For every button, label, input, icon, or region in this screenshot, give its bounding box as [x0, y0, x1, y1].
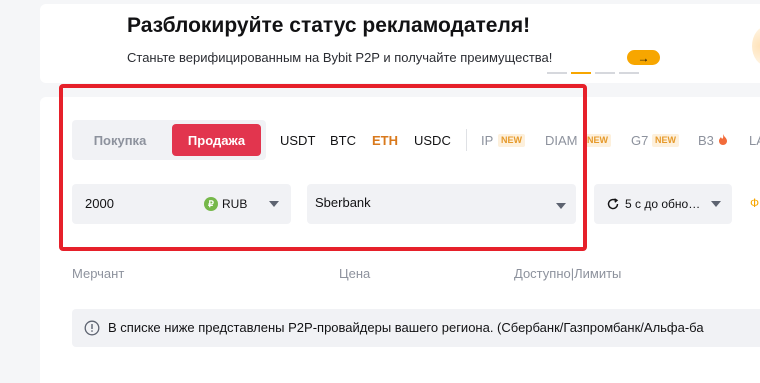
auto-refresh-select[interactable]: 5 с до обно… — [594, 184, 732, 224]
coin-tab-usdc[interactable]: USDC — [414, 133, 451, 148]
chevron-down-icon[interactable] — [556, 203, 566, 209]
tab-sell[interactable]: Продажа — [172, 124, 261, 156]
info-icon — [84, 320, 100, 336]
column-header-merchant: Мерчант — [72, 266, 125, 281]
ruble-icon: ₽ — [204, 197, 218, 211]
region-notice-text: В списке ниже представлены P2P-провайдер… — [108, 320, 704, 335]
amount-value: 2000 — [85, 196, 114, 211]
coin-tab-g7[interactable]: G7 — [631, 133, 648, 148]
coin-divider — [466, 129, 467, 151]
column-header-price: Цена — [339, 266, 371, 281]
coin-tab-la[interactable]: LA — [749, 133, 760, 148]
coin-tab-usdt[interactable]: USDT — [280, 133, 315, 148]
new-badge: NEW — [498, 134, 525, 147]
banner-illustration — [752, 26, 760, 66]
new-badge: NEW — [584, 134, 611, 147]
new-badge: NEW — [652, 134, 679, 147]
pagination-dot[interactable] — [547, 72, 567, 74]
payment-method-select[interactable]: Sberbank — [307, 184, 576, 224]
chevron-down-icon[interactable] — [269, 201, 279, 207]
chevron-down-icon[interactable] — [711, 201, 721, 207]
banner-title: Разблокируйте статус рекламодателя! — [127, 14, 531, 37]
pagination-dot-active[interactable] — [571, 72, 591, 74]
filter-edge-glyph[interactable]: Ф — [750, 196, 759, 210]
pagination-dot[interactable] — [595, 72, 615, 74]
coin-tab-ip[interactable]: IP — [481, 133, 493, 148]
banner-subtitle: Станьте верифицированным на Bybit P2P и … — [127, 50, 553, 65]
fire-icon — [719, 134, 727, 145]
refresh-icon — [607, 198, 619, 210]
payment-method-value: Sberbank — [315, 195, 371, 210]
banner-pagination — [547, 72, 639, 74]
region-notice: В списке ниже представлены P2P-провайдер… — [72, 309, 760, 347]
pagination-dot[interactable] — [619, 72, 639, 74]
currency-label: RUB — [222, 197, 248, 211]
buy-sell-switch: Покупка Продажа — [72, 120, 266, 160]
coin-tab-btc[interactable]: BTC — [330, 133, 356, 148]
tab-buy[interactable]: Покупка — [72, 120, 168, 160]
banner-arrow-button[interactable]: → — [627, 50, 660, 65]
coin-tab-eth[interactable]: ETH — [372, 133, 398, 148]
amount-input[interactable]: 2000 ₽ RUB — [72, 184, 291, 224]
coin-tab-diam[interactable]: DIAM — [545, 133, 578, 148]
coin-tab-b3[interactable]: B3 — [698, 133, 714, 148]
auto-refresh-value: 5 с до обно… — [625, 197, 701, 211]
column-header-available: Доступно|Лимиты — [514, 266, 622, 281]
arrow-right-icon: → — [637, 50, 650, 65]
